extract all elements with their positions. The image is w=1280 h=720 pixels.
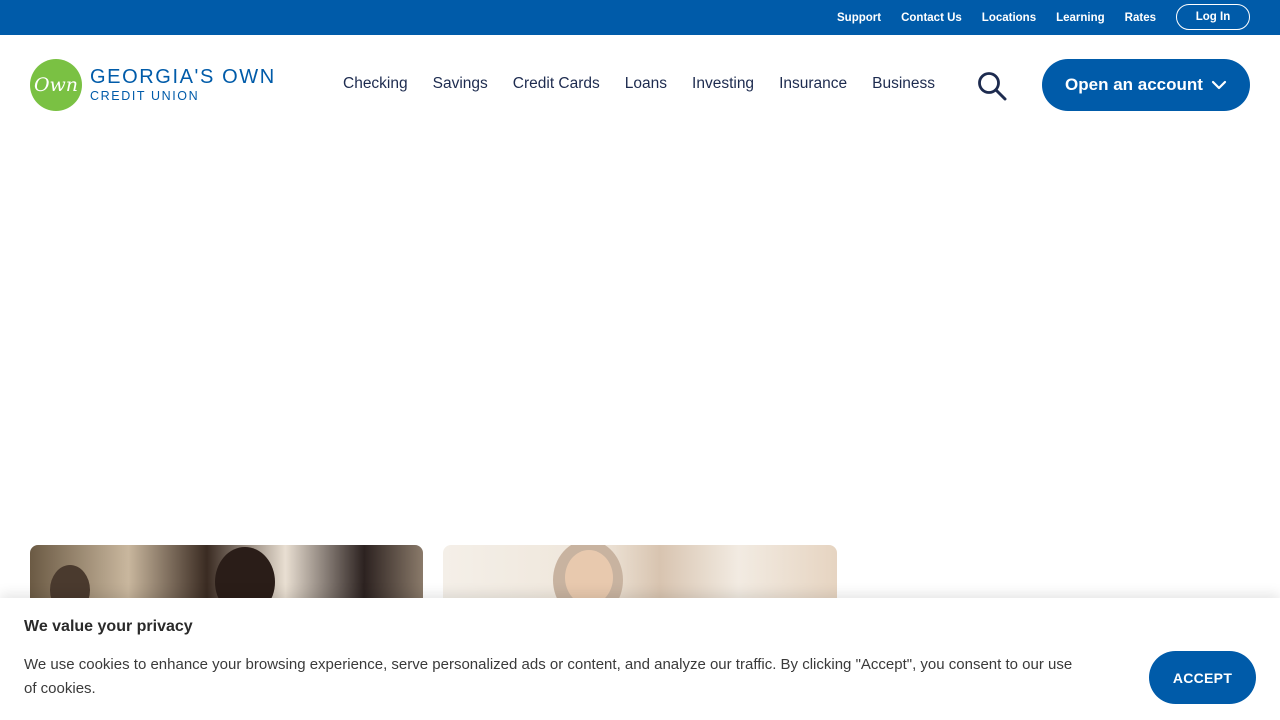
- utility-links: Support Contact Us Locations Learning Ra…: [837, 0, 1156, 35]
- utility-link-support[interactable]: Support: [837, 12, 881, 24]
- nav-item-business[interactable]: Business: [872, 75, 935, 93]
- nav-item-savings[interactable]: Savings: [433, 75, 488, 93]
- utility-bar: Support Contact Us Locations Learning Ra…: [0, 0, 1280, 35]
- logo-text: GEORGIA'S OWN CREDIT UNION: [90, 67, 276, 103]
- nav-item-insurance[interactable]: Insurance: [779, 75, 847, 93]
- utility-link-locations[interactable]: Locations: [982, 12, 1036, 24]
- cookie-banner: We value your privacy We use cookies to …: [0, 598, 1280, 720]
- utility-link-rates[interactable]: Rates: [1125, 12, 1156, 24]
- accept-cookies-button[interactable]: ACCEPT: [1149, 651, 1256, 704]
- logo-subtitle: CREDIT UNION: [90, 89, 200, 104]
- nav-item-credit-cards[interactable]: Credit Cards: [513, 75, 600, 93]
- promo-card-image[interactable]: [30, 545, 423, 605]
- chevron-down-icon: [1211, 77, 1227, 93]
- logo[interactable]: Own GEORGIA'S OWN CREDIT UNION: [30, 59, 276, 111]
- card-photo-detail: [565, 550, 613, 605]
- main-header: Own GEORGIA'S OWN CREDIT UNION Checking …: [0, 35, 1280, 135]
- nav-item-loans[interactable]: Loans: [625, 75, 667, 93]
- main-nav: Checking Savings Credit Cards Loans Inve…: [343, 75, 935, 93]
- login-button[interactable]: Log In: [1176, 4, 1250, 30]
- cookie-title: We value your privacy: [24, 618, 193, 635]
- promo-card-image[interactable]: [443, 545, 837, 605]
- search-button[interactable]: [976, 71, 1008, 101]
- search-icon: [978, 72, 1007, 101]
- nav-item-checking[interactable]: Checking: [343, 75, 408, 93]
- logo-mark: Own: [30, 59, 82, 111]
- cookie-text: We use cookies to enhance your browsing …: [24, 656, 1073, 697]
- utility-link-contact-us[interactable]: Contact Us: [901, 12, 962, 24]
- open-account-button[interactable]: Open an account: [1042, 59, 1250, 111]
- open-account-label: Open an account: [1065, 75, 1203, 94]
- logo-name: GEORGIA'S OWN: [90, 66, 276, 89]
- card-photo-detail: [215, 547, 275, 605]
- nav-item-investing[interactable]: Investing: [692, 75, 754, 93]
- utility-link-learning[interactable]: Learning: [1056, 12, 1105, 24]
